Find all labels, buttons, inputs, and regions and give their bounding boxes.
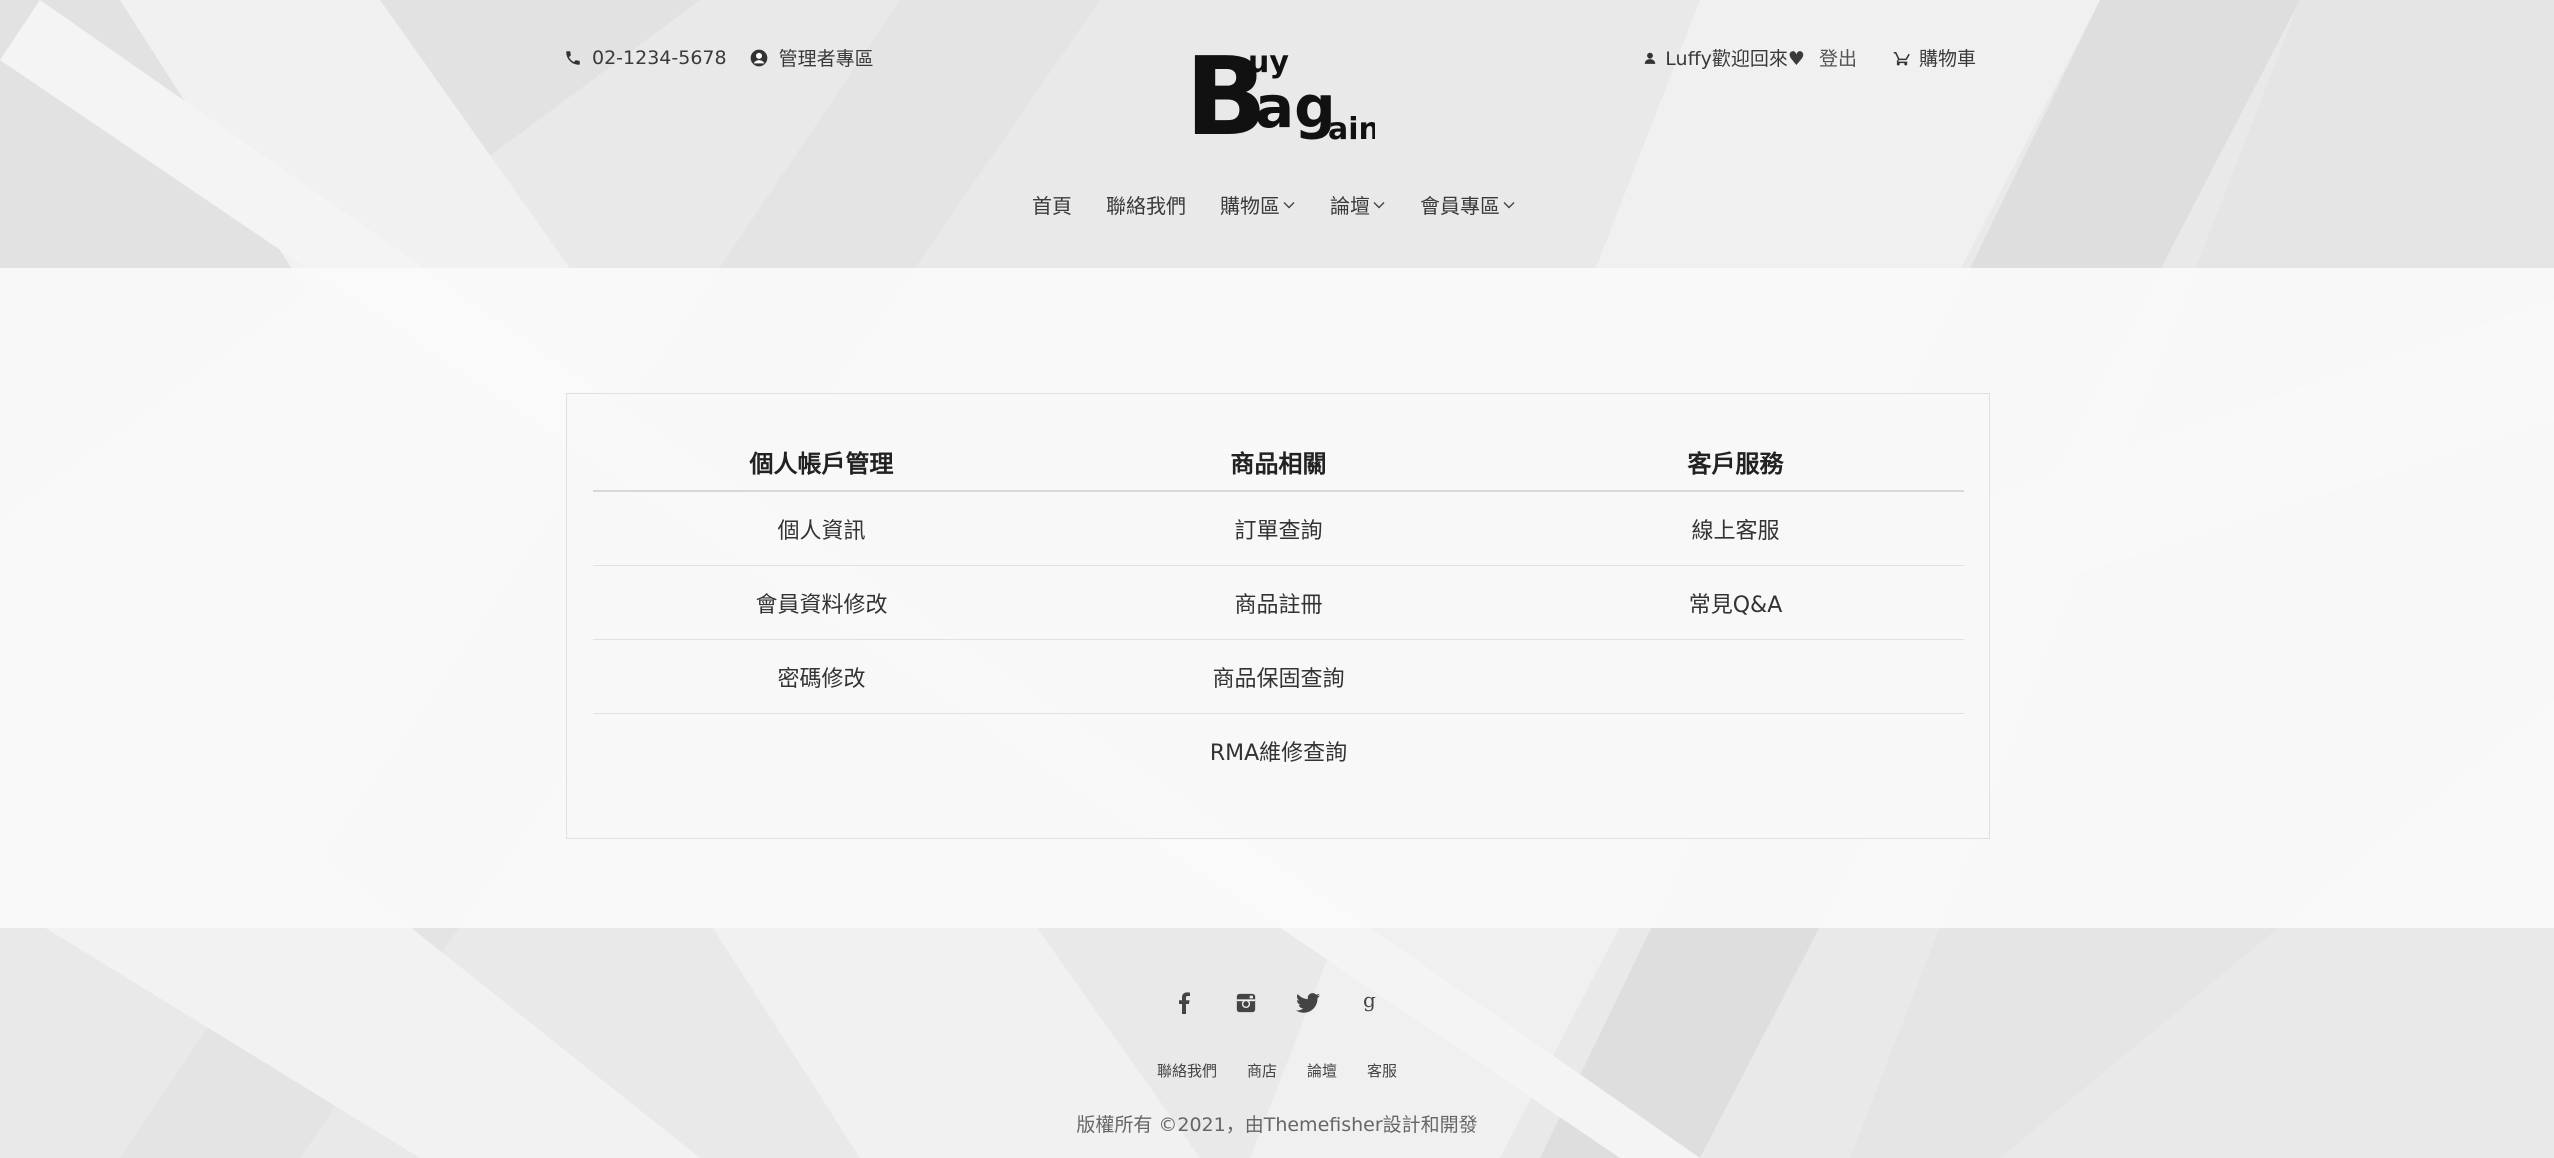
footer-link-forum[interactable]: 論壇 — [1307, 1060, 1337, 1081]
facebook-icon[interactable] — [1171, 990, 1197, 1016]
nav-item-forum[interactable]: 論壇 — [1330, 190, 1386, 219]
svg-text:g: g — [1363, 992, 1376, 1012]
admin-link[interactable]: 管理者專區 — [749, 44, 874, 71]
chevron-down-icon — [1502, 193, 1516, 217]
nav-item-label: 首頁 — [1032, 194, 1072, 218]
phone-icon — [564, 49, 582, 67]
footer-link-shop[interactable]: 商店 — [1247, 1060, 1277, 1081]
twitter-icon[interactable] — [1295, 990, 1321, 1016]
user-circle-icon — [749, 48, 769, 68]
main-nav: 首頁 聯絡我們 購物區 論壇 會員專區 — [0, 190, 2554, 219]
welcome-text: Luffy歡迎回來♥ — [1665, 48, 1805, 70]
menu-link-faq[interactable]: 常見Q&A — [1507, 587, 1964, 619]
nav-item-label: 購物區 — [1220, 194, 1280, 218]
nav-item-contact[interactable]: 聯絡我們 — [1106, 190, 1186, 219]
instagram-icon[interactable] — [1233, 990, 1259, 1016]
nav-item-home[interactable]: 首頁 — [1032, 190, 1072, 219]
column-title-account: 個人帳戶管理 — [749, 449, 894, 478]
footer-links: 聯絡我們 商店 論壇 客服 — [0, 1060, 2554, 1081]
nav-item-shop[interactable]: 購物區 — [1220, 190, 1296, 219]
site-footer: g 聯絡我們 商店 論壇 客服 版權所有 ©2021，由Themefisher設… — [0, 928, 2554, 1158]
site-header: 02-1234-5678 管理者專區 B uy ag ain Luffy歡迎回來… — [0, 0, 2554, 268]
nav-item-member[interactable]: 會員專區 — [1420, 190, 1516, 219]
member-menu-panel: 個人帳戶管理 商品相關 客戶服務 個人資訊 訂單查詢 線上客服 會員資料修改 商… — [566, 393, 1990, 839]
menu-link-edit-profile[interactable]: 會員資料修改 — [593, 587, 1050, 619]
table-row: RMA維修查詢 — [593, 714, 1964, 787]
user-icon — [1643, 51, 1657, 65]
menu-link-live-support[interactable]: 線上客服 — [1507, 513, 1964, 545]
user-bar: Luffy歡迎回來♥ 登出 購物車 — [1643, 44, 1976, 71]
admin-link-label: 管理者專區 — [778, 48, 874, 70]
menu-link-rma-query[interactable]: RMA維修查詢 — [1050, 735, 1507, 767]
menu-link-order-query[interactable]: 訂單查詢 — [1050, 513, 1507, 545]
nav-item-label: 聯絡我們 — [1106, 194, 1186, 218]
logo-letters-ain: ain — [1328, 112, 1375, 147]
chevron-down-icon — [1282, 193, 1296, 217]
logo-letters-ag: ag — [1255, 73, 1336, 141]
table-row: 密碼修改 商品保固查詢 — [593, 640, 1964, 714]
table-header: 個人帳戶管理 商品相關 客戶服務 — [593, 432, 1964, 492]
cart-icon — [1893, 49, 1911, 67]
table-row: 個人資訊 訂單查詢 線上客服 — [593, 492, 1964, 566]
social-links: g — [0, 990, 2554, 1016]
logout-link[interactable]: 登出 — [1819, 44, 1857, 71]
menu-link-profile[interactable]: 個人資訊 — [593, 513, 1050, 545]
chevron-down-icon — [1372, 193, 1386, 217]
cart-label: 購物車 — [1918, 48, 1976, 70]
nav-item-label: 論壇 — [1330, 194, 1370, 218]
column-title-service: 客戶服務 — [1687, 449, 1784, 478]
nav-item-label: 會員專區 — [1420, 194, 1500, 218]
menu-link-product-register[interactable]: 商品註冊 — [1050, 587, 1507, 619]
contact-bar: 02-1234-5678 管理者專區 — [564, 44, 874, 71]
member-area: 個人帳戶管理 商品相關 客戶服務 個人資訊 訂單查詢 線上客服 會員資料修改 商… — [0, 268, 2554, 928]
copyright-text: 版權所有 ©2021，由Themefisher設計和開發 — [1076, 1114, 1478, 1136]
phone-number: 02-1234-5678 — [592, 46, 727, 69]
site-logo[interactable]: B uy ag ain — [1185, 35, 1380, 160]
phone-contact[interactable]: 02-1234-5678 — [564, 47, 727, 69]
menu-link-warranty-query[interactable]: 商品保固查詢 — [1050, 661, 1507, 693]
table-row: 會員資料修改 商品註冊 常見Q&A — [593, 566, 1964, 640]
footer-link-contact[interactable]: 聯絡我們 — [1157, 1060, 1217, 1081]
column-title-products: 商品相關 — [1230, 449, 1327, 478]
google-icon[interactable]: g — [1357, 990, 1383, 1016]
welcome-user[interactable]: Luffy歡迎回來♥ — [1643, 44, 1805, 71]
member-menu-table: 個人帳戶管理 商品相關 客戶服務 個人資訊 訂單查詢 線上客服 會員資料修改 商… — [593, 432, 1964, 787]
menu-link-change-password[interactable]: 密碼修改 — [593, 661, 1050, 693]
cart-link[interactable]: 購物車 — [1893, 44, 1976, 71]
footer-link-service[interactable]: 客服 — [1367, 1060, 1397, 1081]
